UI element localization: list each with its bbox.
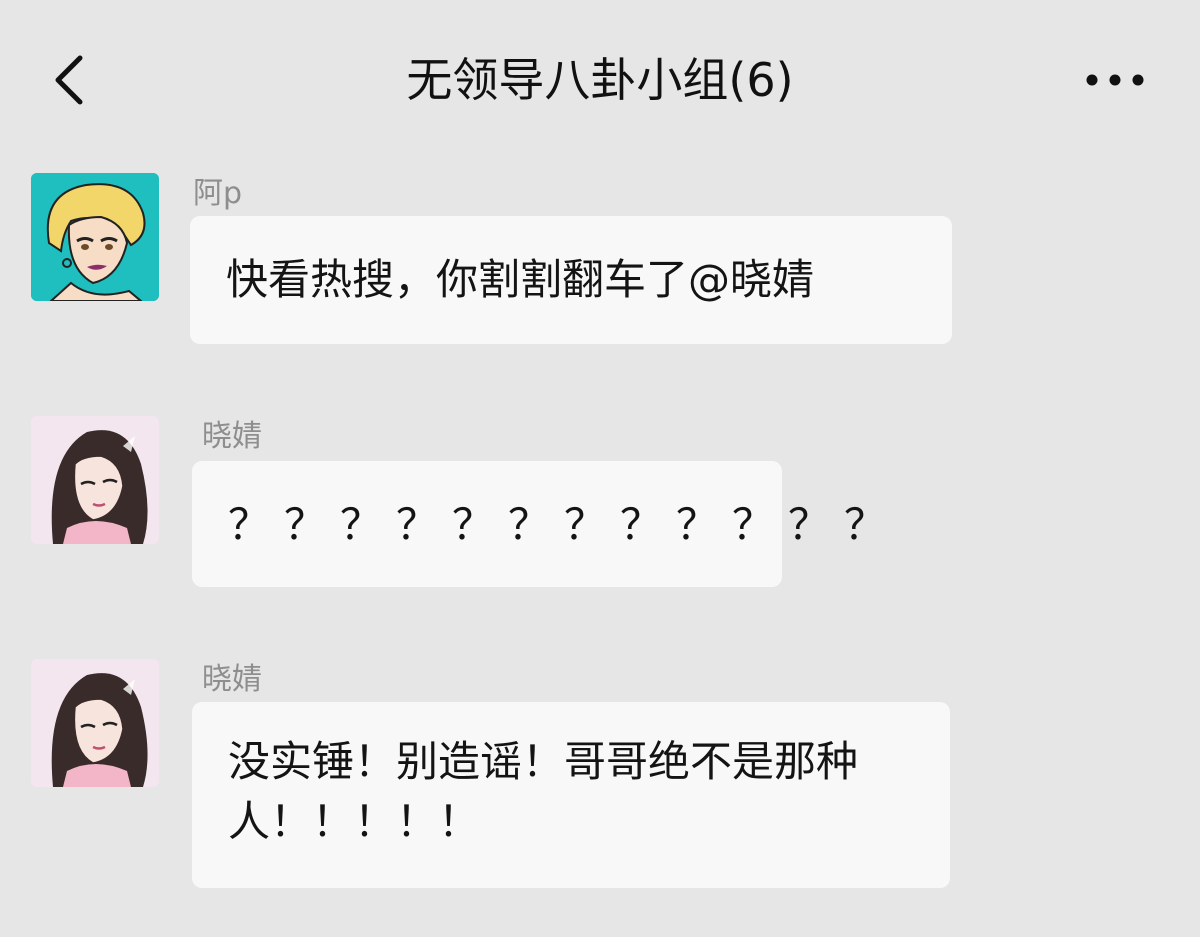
chat-title: 无领导八卦小组(6) bbox=[406, 53, 794, 107]
more-dots-icon bbox=[1086, 74, 1144, 86]
chat-header: 无领导八卦小组(6) bbox=[0, 0, 1200, 170]
message-bubble[interactable]: 快看热搜，你割割翻车了@晓婧 bbox=[190, 216, 952, 344]
message-bubble[interactable]: 没实锤！别造谣！哥哥绝不是那种人！！！！！ bbox=[192, 702, 950, 888]
more-button[interactable] bbox=[1080, 60, 1150, 100]
sender-name: 阿p bbox=[193, 176, 243, 211]
dark-hair-girl-avatar-icon bbox=[31, 659, 159, 787]
sender-name: 晓婧 bbox=[202, 419, 262, 454]
dark-hair-girl-avatar-icon bbox=[31, 416, 159, 544]
sender-name: 晓婧 bbox=[202, 662, 262, 697]
blonde-woman-avatar-icon bbox=[31, 173, 159, 301]
avatar[interactable] bbox=[31, 659, 159, 787]
avatar[interactable] bbox=[31, 416, 159, 544]
message-bubble[interactable]: ？？？？？？？？？？？？ bbox=[192, 461, 886, 587]
avatar[interactable] bbox=[31, 173, 159, 301]
